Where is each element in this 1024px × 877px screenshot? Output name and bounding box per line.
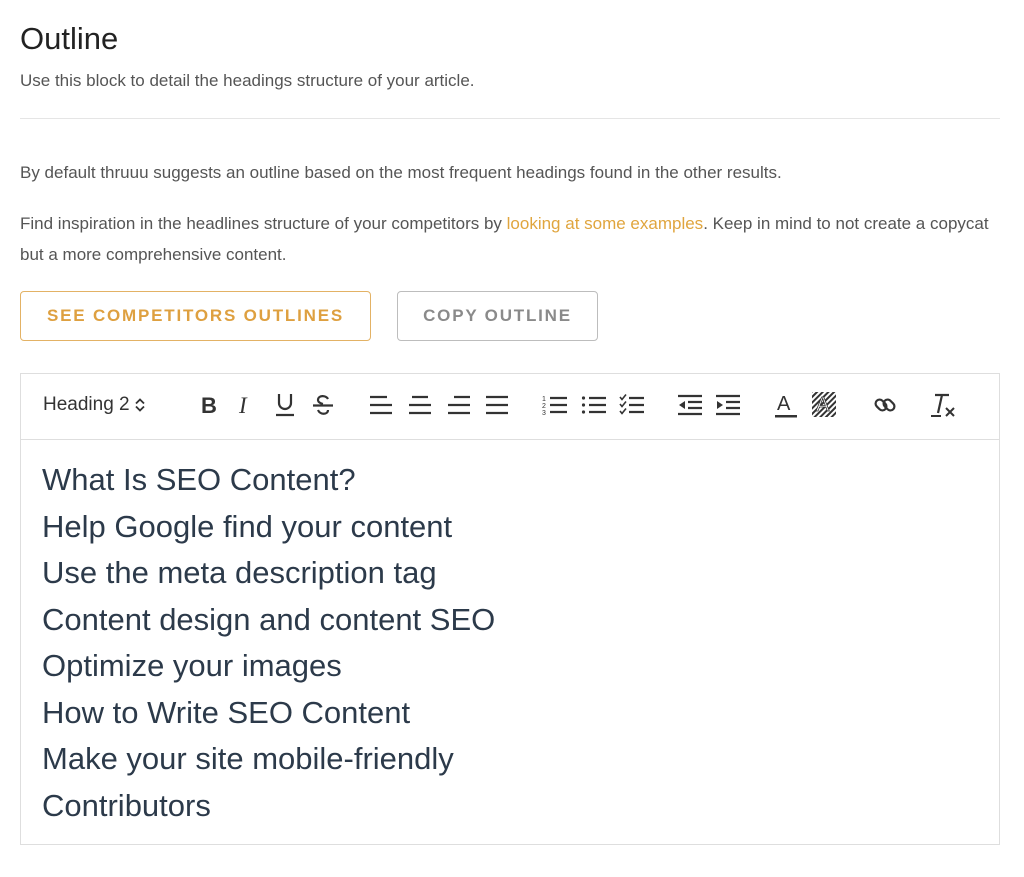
intro-paragraph-1: By default thruuu suggests an outline ba… [20, 163, 782, 182]
outdent-icon[interactable] [677, 390, 703, 420]
svg-text:A: A [816, 394, 830, 416]
page-subtitle: Use this block to detail the headings st… [20, 71, 475, 90]
italic-icon[interactable]: I [235, 390, 257, 420]
examples-link[interactable]: looking at some examples [507, 214, 704, 233]
indent-icon[interactable] [715, 390, 741, 420]
align-left-icon[interactable] [369, 390, 393, 420]
checklist-icon[interactable] [619, 390, 645, 420]
chevron-updown-icon [134, 398, 145, 412]
rich-text-editor: Heading 2 B I 1 2 3 A A What Is SEO Cont… [20, 373, 1000, 845]
outline-heading[interactable]: Make your site mobile-friendly [42, 736, 989, 783]
strikethrough-icon[interactable] [311, 390, 335, 420]
editor-toolbar: Heading 2 B I 1 2 3 A A [21, 374, 999, 440]
background-color-icon[interactable]: A [811, 390, 837, 420]
outline-heading[interactable]: Content design and content SEO [42, 597, 989, 644]
heading-select-label: Heading 2 [43, 394, 130, 415]
svg-text:I: I [238, 394, 248, 416]
underline-icon[interactable] [274, 390, 296, 420]
svg-text:B: B [201, 394, 217, 416]
outline-heading[interactable]: What Is SEO Content? [42, 457, 989, 504]
divider [20, 118, 1000, 119]
svg-text:3: 3 [542, 410, 546, 417]
outline-heading[interactable]: Contributors [42, 783, 989, 830]
svg-text:2: 2 [542, 403, 546, 410]
outline-heading[interactable]: Optimize your images [42, 643, 989, 690]
link-icon[interactable] [872, 390, 898, 420]
intro-paragraph-2: Find inspiration in the headlines struct… [20, 208, 1005, 270]
ordered-list-icon[interactable]: 123 [542, 390, 568, 420]
intro-text-before-link: Find inspiration in the headlines struct… [20, 214, 507, 233]
outline-panel: Outline Use this block to detail the hea… [0, 0, 1024, 877]
copy-outline-button[interactable]: COPY OUTLINE [397, 291, 598, 341]
clear-format-icon[interactable] [929, 390, 957, 420]
align-justify-icon[interactable] [485, 390, 509, 420]
text-color-icon[interactable]: A [773, 390, 799, 420]
align-center-icon[interactable] [408, 390, 432, 420]
outline-heading[interactable]: How to Write SEO Content [42, 690, 989, 737]
svg-text:A: A [777, 393, 791, 415]
outline-heading[interactable]: Use the meta description tag [42, 550, 989, 597]
svg-text:1: 1 [542, 396, 546, 403]
heading-select[interactable]: Heading 2 [43, 390, 145, 420]
bullet-list-icon[interactable] [581, 390, 607, 420]
see-competitors-outlines-button[interactable]: SEE COMPETITORS OUTLINES [20, 291, 371, 341]
bold-icon[interactable]: B [197, 390, 221, 420]
align-right-icon[interactable] [447, 390, 471, 420]
outline-content[interactable]: What Is SEO Content? Help Google find yo… [42, 457, 989, 829]
outline-heading[interactable]: Help Google find your content [42, 504, 989, 551]
page-title: Outline [20, 21, 119, 56]
